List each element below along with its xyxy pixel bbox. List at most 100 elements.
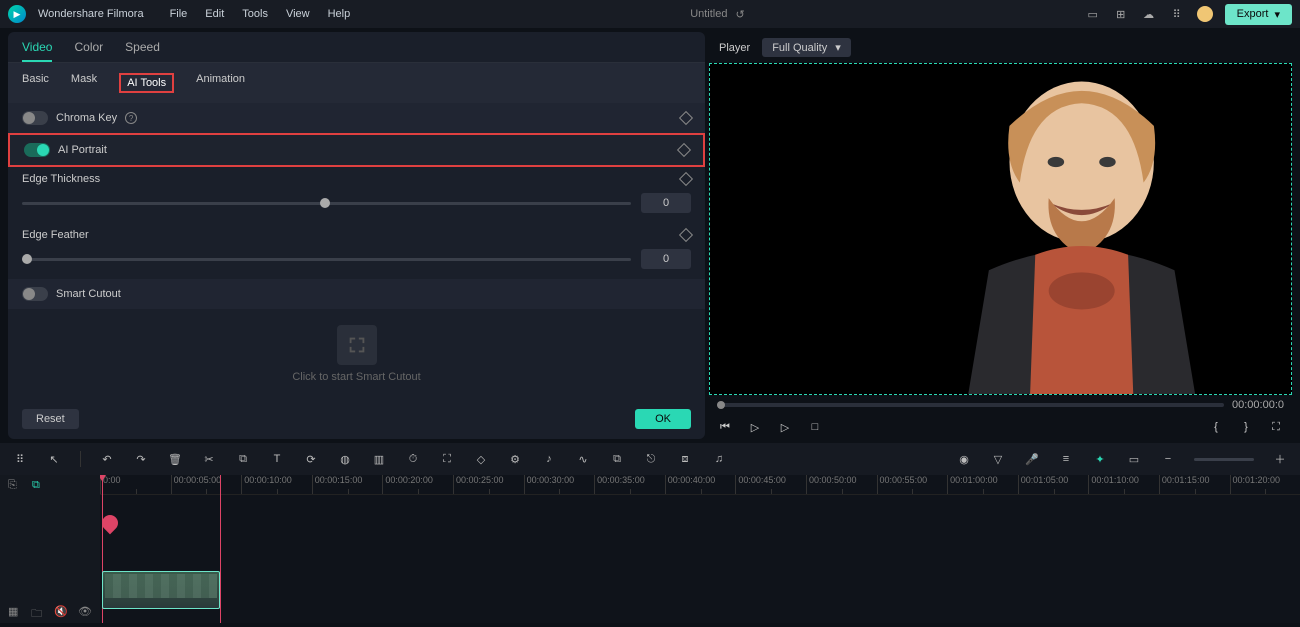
scan-icon[interactable]: ⛶ bbox=[439, 451, 455, 467]
apps-icon[interactable]: ⠿ bbox=[1169, 6, 1185, 22]
delete-icon[interactable]: 🗑 bbox=[167, 451, 183, 467]
folder-icon[interactable]: 🗀 bbox=[31, 605, 44, 619]
screen-icon[interactable]: ▥ bbox=[371, 451, 387, 467]
visibility-icon[interactable]: 👁 bbox=[78, 605, 92, 619]
screen-icon[interactable]: ▭ bbox=[1085, 6, 1101, 22]
quality-value: Full Quality bbox=[772, 42, 827, 54]
cursor-icon[interactable]: ↖ bbox=[46, 451, 62, 467]
mic-icon[interactable]: 🎤 bbox=[1024, 451, 1040, 467]
crop-icon[interactable]: ⧉ bbox=[235, 451, 251, 467]
menu-view[interactable]: View bbox=[286, 8, 310, 20]
chroma-key-toggle[interactable] bbox=[22, 111, 48, 125]
document-title-area: Untitled ↺ bbox=[362, 8, 1072, 21]
ok-button[interactable]: OK bbox=[635, 409, 691, 429]
music-icon[interactable]: ♫ bbox=[711, 451, 727, 467]
stop-icon[interactable]: □ bbox=[807, 419, 823, 435]
auto-icon[interactable]: ✦ bbox=[1092, 451, 1108, 467]
ai-portrait-toggle[interactable] bbox=[24, 143, 50, 157]
fit-icon[interactable]: ▭ bbox=[1126, 451, 1142, 467]
video-clip[interactable] bbox=[102, 571, 220, 609]
bracket-open-icon[interactable]: { bbox=[1208, 419, 1224, 435]
keyframe-icon[interactable] bbox=[679, 111, 693, 125]
link-icon[interactable]: ⧉ bbox=[32, 479, 46, 493]
link-icon[interactable]: ⧉ bbox=[609, 451, 625, 467]
progress-handle[interactable] bbox=[717, 401, 725, 409]
edge-feather-value[interactable]: 0 bbox=[641, 249, 691, 269]
range-marker[interactable] bbox=[220, 475, 221, 623]
rotate-icon[interactable]: ⟳ bbox=[303, 451, 319, 467]
options-icon[interactable]: ⠿ bbox=[12, 451, 28, 467]
player-controls: ⏮ ▷ ▷ □ { } ⛶ bbox=[709, 415, 1292, 439]
keyframe-icon[interactable] bbox=[679, 228, 693, 242]
zoom-slider[interactable] bbox=[1194, 458, 1254, 461]
copy-icon[interactable]: ⎘ bbox=[8, 479, 22, 493]
adjust-icon[interactable]: ⚙ bbox=[507, 451, 523, 467]
timeline-body[interactable]: 0:00 00:00:05:00 00:00:10:00 00:00:15:00… bbox=[100, 475, 1300, 623]
group-icon[interactable]: ⧈ bbox=[677, 451, 693, 467]
prev-frame-icon[interactable]: ⏮ bbox=[717, 419, 733, 435]
tab-video[interactable]: Video bbox=[22, 40, 52, 62]
video-track-icon[interactable]: ▦ bbox=[8, 605, 21, 619]
menu-help[interactable]: Help bbox=[328, 8, 351, 20]
smart-cutout-icon[interactable] bbox=[337, 325, 377, 365]
app-name: Wondershare Filmora bbox=[38, 8, 144, 20]
tab-mask[interactable]: Mask bbox=[71, 73, 97, 93]
play-icon[interactable]: ▷ bbox=[747, 419, 763, 435]
user-avatar[interactable] bbox=[1197, 6, 1213, 22]
menu-tools[interactable]: Tools bbox=[242, 8, 268, 20]
fullscreen-icon[interactable]: ⛶ bbox=[1268, 419, 1284, 435]
render-icon[interactable]: ◉ bbox=[956, 451, 972, 467]
timeline-toolbar: ⠿ ↖ ↶ ↷ 🗑 ✂ ⧉ T ⟳ ◍ ▥ ⏱ ⛶ ◇ ⚙ ♪ ∿ ⧉ ⎋ ⧈ … bbox=[0, 443, 1300, 475]
document-title: Untitled bbox=[690, 8, 727, 20]
tab-animation[interactable]: Animation bbox=[196, 73, 245, 93]
keyframe-icon[interactable] bbox=[679, 172, 693, 186]
export-button[interactable]: Export ▾ bbox=[1225, 4, 1292, 25]
timeline-ruler[interactable]: 0:00 00:00:05:00 00:00:10:00 00:00:15:00… bbox=[100, 475, 1300, 495]
addon-icon[interactable]: ⊞ bbox=[1113, 6, 1129, 22]
mute-icon[interactable]: 🔇 bbox=[54, 605, 68, 619]
history-icon[interactable]: ↺ bbox=[735, 8, 744, 21]
timeline-marker-pin[interactable] bbox=[100, 512, 121, 535]
smart-cutout-toggle[interactable] bbox=[22, 287, 48, 301]
edge-thickness-value[interactable]: 0 bbox=[641, 193, 691, 213]
tab-color[interactable]: Color bbox=[74, 40, 103, 62]
mixer-icon[interactable]: ≡ bbox=[1058, 451, 1074, 467]
split-icon[interactable]: ⎋ bbox=[643, 451, 659, 467]
slider-handle[interactable] bbox=[22, 254, 32, 264]
keyframe-icon[interactable] bbox=[677, 143, 691, 157]
denoise-icon[interactable]: ∿ bbox=[575, 451, 591, 467]
zoom-out-icon[interactable]: − bbox=[1160, 451, 1176, 467]
ruler-tick: 00:01:20:00 bbox=[1230, 475, 1300, 494]
tab-speed[interactable]: Speed bbox=[125, 40, 160, 62]
smart-cutout-row: Smart Cutout bbox=[8, 279, 705, 309]
tab-basic[interactable]: Basic bbox=[22, 73, 49, 93]
progress-slider[interactable] bbox=[717, 403, 1224, 407]
help-icon[interactable]: ? bbox=[125, 112, 137, 124]
tab-ai-tools[interactable]: AI Tools bbox=[119, 73, 174, 93]
mosaic-icon[interactable]: ◍ bbox=[337, 451, 353, 467]
redo-icon[interactable]: ↷ bbox=[133, 451, 149, 467]
cut-icon[interactable]: ✂ bbox=[201, 451, 217, 467]
text-icon[interactable]: T bbox=[269, 451, 285, 467]
edge-thickness-slider[interactable] bbox=[22, 202, 631, 205]
video-properties-panel: Video Color Speed Basic Mask AI Tools An… bbox=[8, 32, 705, 439]
tag-icon[interactable]: ◇ bbox=[473, 451, 489, 467]
zoom-in-icon[interactable]: ＋ bbox=[1272, 451, 1288, 467]
timeline: ⎘ ⧉ ▦ 🗀 🔇 👁 0:00 00:00:05:00 00:00:10:00… bbox=[0, 475, 1300, 623]
edge-feather-label: Edge Feather bbox=[22, 229, 89, 241]
marker-icon[interactable]: ▽ bbox=[990, 451, 1006, 467]
undo-icon[interactable]: ↶ bbox=[99, 451, 115, 467]
slider-handle[interactable] bbox=[320, 198, 330, 208]
reset-button[interactable]: Reset bbox=[22, 409, 79, 429]
smart-cutout-hint: Click to start Smart Cutout bbox=[292, 371, 420, 383]
preview-viewport[interactable] bbox=[709, 63, 1292, 395]
timer-icon[interactable]: ⏱ bbox=[405, 451, 421, 467]
audio-icon[interactable]: ♪ bbox=[541, 451, 557, 467]
menu-edit[interactable]: Edit bbox=[205, 8, 224, 20]
quality-dropdown[interactable]: Full Quality ▾ bbox=[762, 38, 851, 57]
cloud-icon[interactable]: ☁ bbox=[1141, 6, 1157, 22]
next-frame-icon[interactable]: ▷ bbox=[777, 419, 793, 435]
bracket-close-icon[interactable]: } bbox=[1238, 419, 1254, 435]
menu-file[interactable]: File bbox=[170, 8, 188, 20]
edge-feather-slider[interactable] bbox=[22, 258, 631, 261]
